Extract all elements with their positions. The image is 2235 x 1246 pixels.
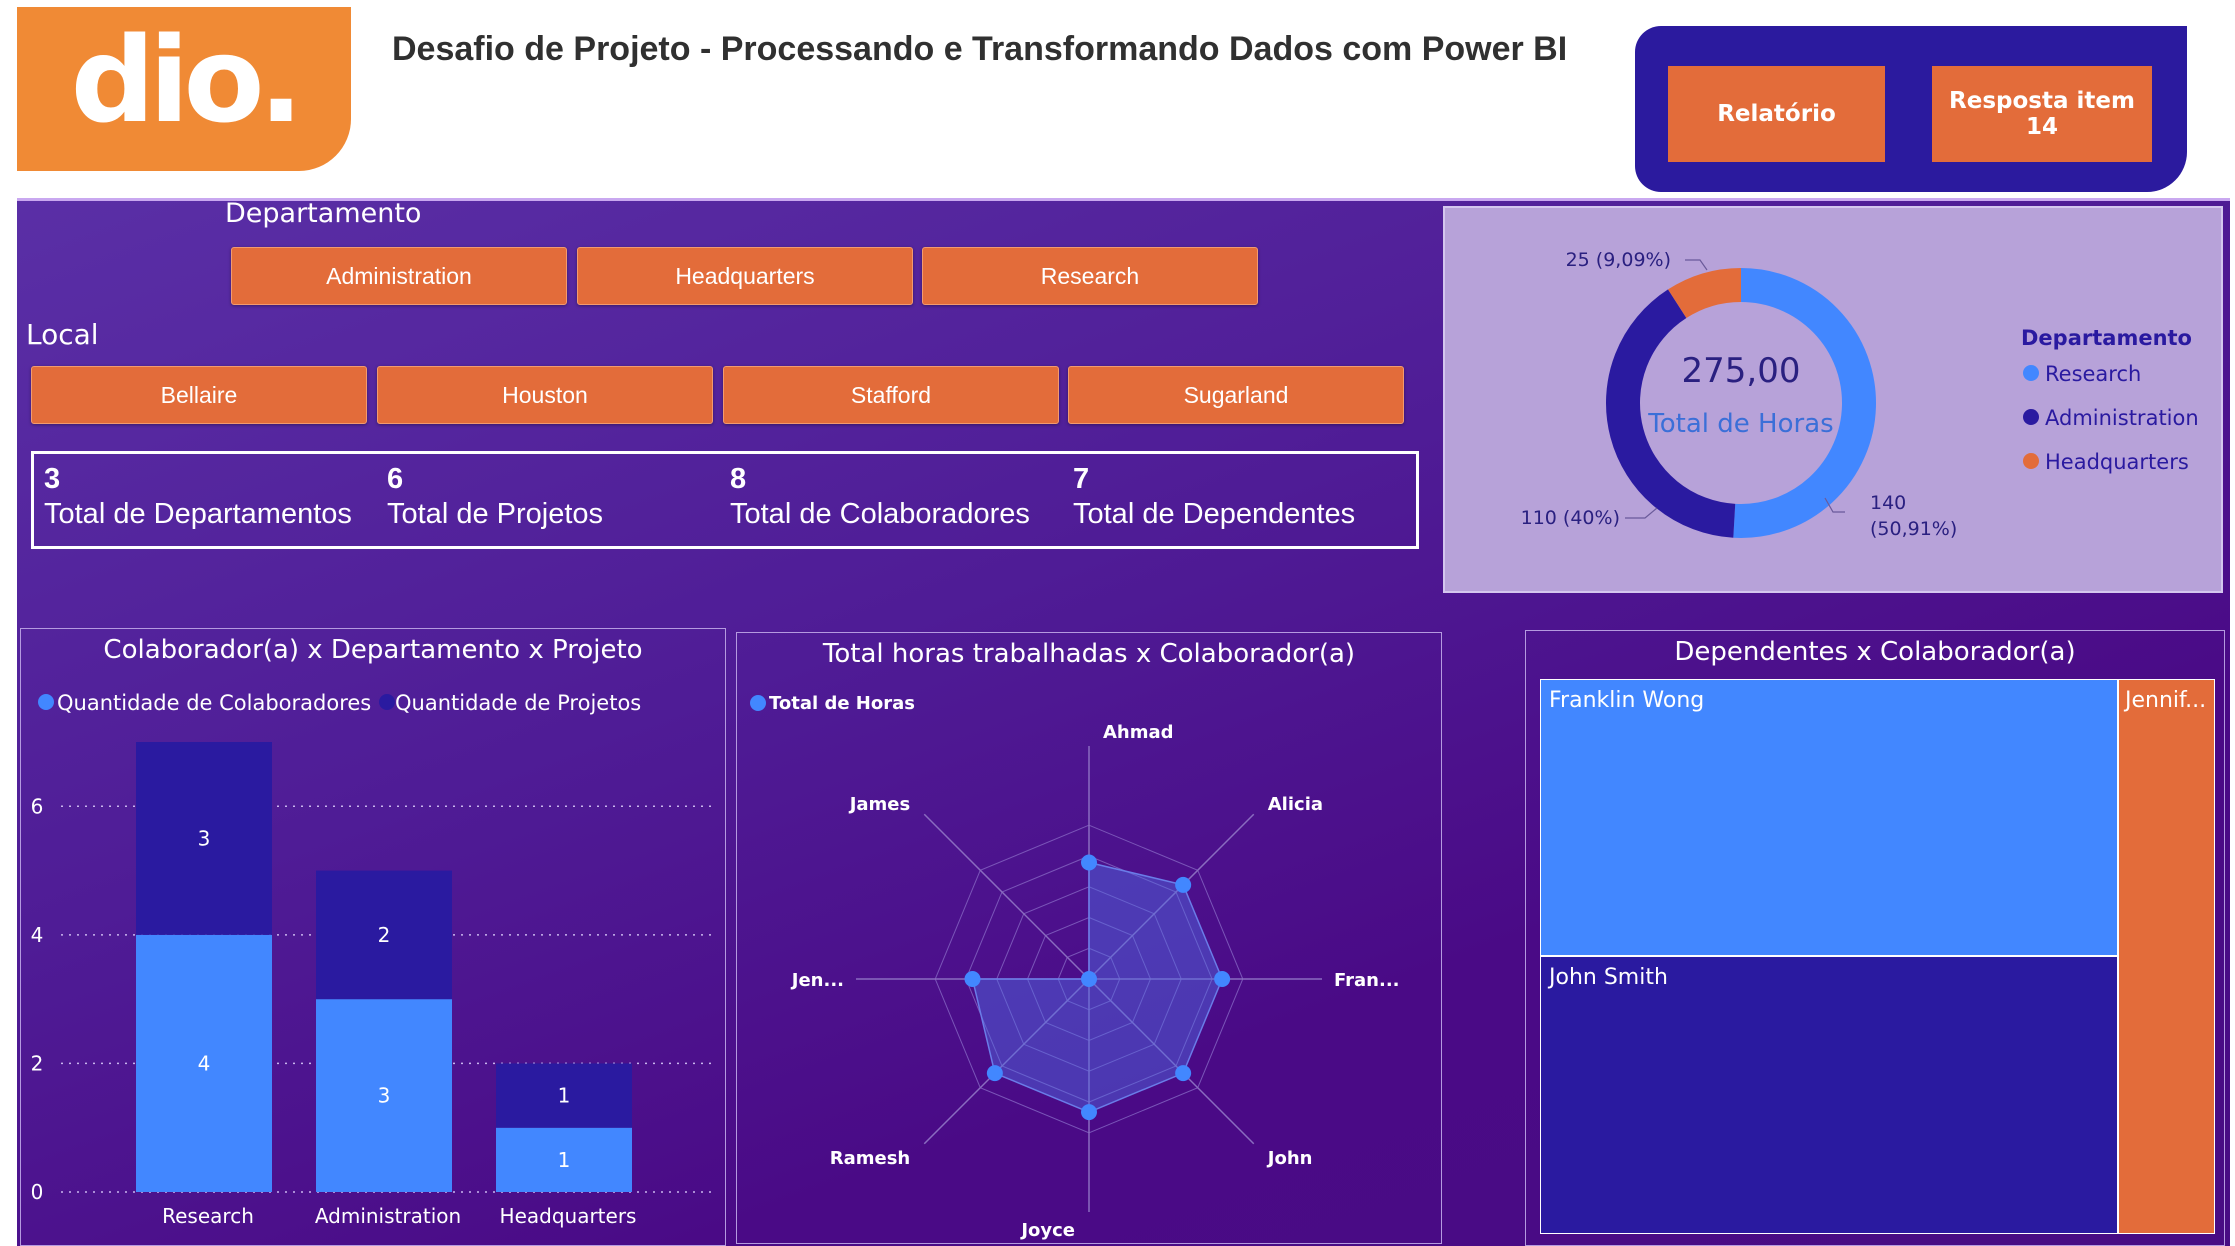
- y-tick-label: 2: [31, 1051, 44, 1075]
- slice-label-administration: 110 (40%): [1521, 507, 1620, 529]
- kpi-label: Total de Colaboradores: [730, 497, 1030, 530]
- radar-point-5[interactable]: [1081, 1104, 1097, 1121]
- kpi-card: 3 Total de Departamentos 6 Total de Proj…: [31, 451, 1419, 549]
- radar-chart: Total de Horas Ahmad Alicia Fran... John Joy…: [750, 693, 1400, 1241]
- slicer-research[interactable]: Research: [922, 247, 1258, 305]
- radar-axis-label: Alicia: [1268, 794, 1323, 815]
- treemap-tile-john-smith[interactable]: John Smith: [1540, 956, 2118, 1234]
- relatorio-button[interactable]: Relatório: [1668, 66, 1885, 162]
- legend-dot-research: [2023, 365, 2039, 381]
- slicer-headquarters[interactable]: Headquarters: [577, 247, 913, 305]
- bar-chart-card: Colaborador(a) x Departamento x Projeto …: [20, 628, 726, 1246]
- kpi-label: Total de Projetos: [387, 497, 604, 530]
- treemap-tile-jennifer[interactable]: Jennif...: [2118, 679, 2215, 1234]
- legend-research: Research: [2045, 362, 2141, 386]
- radar-axis-label: Fran...: [1334, 970, 1400, 991]
- treemap-label: John Smith: [1549, 965, 1668, 990]
- treemap-card: Dependentes x Colaborador(a) Franklin Wo…: [1525, 630, 2225, 1246]
- radar-axis-label: Ahmad: [1103, 722, 1174, 743]
- donut-legend-title: Departamento: [2021, 326, 2192, 350]
- radar-point-2[interactable]: [1175, 876, 1192, 893]
- bar-data-label: 3: [198, 826, 211, 850]
- leader-line-administration: [1625, 507, 1658, 519]
- legend-dot-headquarters: [2023, 453, 2039, 469]
- donut-center-label: Total de Horas: [1647, 409, 1833, 439]
- slicer-sugarland[interactable]: Sugarland: [1068, 366, 1404, 424]
- kpi-label: Total de Dependentes: [1073, 497, 1356, 530]
- kpi-projetos: 6 Total de Projetos: [387, 463, 604, 532]
- radar-chart-card: Total horas trabalhadas x Colaborador(a)…: [736, 632, 1442, 1244]
- treemap-label: Jennif...: [2125, 688, 2207, 713]
- x-tick-label: Headquarters: [500, 1204, 637, 1228]
- donut-slice-headquarters[interactable]: [1668, 268, 1742, 319]
- page-title: Desafio de Projeto - Processando e Trans…: [392, 30, 1568, 68]
- legend-administration: Administration: [2045, 406, 2199, 430]
- radar-point-8[interactable]: [1081, 971, 1097, 987]
- y-tick-label: 6: [31, 794, 44, 818]
- legend-dot-administration: [2023, 409, 2039, 425]
- legend-projetos: Quantidade de Projetos: [395, 691, 641, 715]
- donut-center-value: 275,00: [1682, 351, 1801, 391]
- kpi-value: 7: [1073, 463, 1090, 495]
- kpi-value: 3: [44, 463, 61, 495]
- kpi-colaboradores: 8 Total de Colaboradores: [730, 463, 1030, 532]
- kpi-dependentes: 7 Total de Dependentes: [1073, 463, 1356, 532]
- radar-point-1[interactable]: [1081, 854, 1097, 871]
- radar-point-3[interactable]: [1214, 971, 1231, 987]
- legend-total-horas: Total de Horas: [769, 693, 915, 714]
- bar-data-label: 4: [198, 1051, 211, 1075]
- legend-dot-colaboradores: [38, 694, 54, 710]
- x-tick-label: Research: [162, 1204, 254, 1228]
- slicer-houston[interactable]: Houston: [377, 366, 713, 424]
- logo-text: dio.: [70, 11, 304, 149]
- donut-chart-card: 275,00 Total de Horas 25 (9,09%) 140 (50…: [1443, 206, 2223, 593]
- treemap-title: Dependentes x Colaborador(a): [1674, 637, 2076, 667]
- treemap-tile-franklin-wong[interactable]: Franklin Wong: [1540, 679, 2118, 956]
- kpi-departamentos: 3 Total de Departamentos: [44, 463, 352, 532]
- donut-chart: 275,00 Total de Horas 25 (9,09%) 140 (50…: [1521, 249, 2199, 540]
- slicer-stafford[interactable]: Stafford: [723, 366, 1059, 424]
- leader-line-headquarters: [1685, 259, 1708, 271]
- bar-data-label: 2: [378, 923, 391, 947]
- radar-point-7[interactable]: [964, 971, 981, 987]
- slicer-administration[interactable]: Administration: [231, 247, 567, 305]
- stacked-bar-chart: Quantidade de Colaboradores Quantidade d…: [31, 691, 713, 1228]
- radar-axis-label: James: [848, 794, 911, 815]
- slicer-bellaire[interactable]: Bellaire: [31, 366, 367, 424]
- y-tick-label: 4: [31, 923, 44, 947]
- bar-data-label: 1: [558, 1148, 571, 1172]
- treemap-label: Franklin Wong: [1549, 688, 1705, 713]
- y-tick-label: 0: [31, 1180, 44, 1204]
- radar-axis-label: Jen...: [790, 970, 844, 991]
- departamento-label: Departamento: [225, 198, 422, 229]
- legend-dot-total-horas: [750, 695, 766, 711]
- bar-data-label: 3: [378, 1084, 391, 1108]
- legend-colaboradores: Quantidade de Colaboradores: [57, 691, 371, 715]
- local-label: Local: [26, 318, 99, 351]
- kpi-value: 8: [730, 463, 747, 495]
- radar-point-6[interactable]: [986, 1065, 1003, 1082]
- dio-logo: dio.: [17, 7, 351, 171]
- radar-axis-label: John: [1266, 1148, 1313, 1169]
- nav-panel: Relatório Resposta item 14: [1635, 26, 2187, 192]
- slice-label-research-value: 140: [1870, 492, 1906, 514]
- kpi-label: Total de Departamentos: [44, 497, 352, 530]
- radar-axis-label: Joyce: [1019, 1220, 1075, 1241]
- kpi-value: 6: [387, 463, 404, 495]
- legend-headquarters: Headquarters: [2045, 450, 2189, 474]
- bar-data-label: 1: [558, 1084, 571, 1108]
- radar-point-4[interactable]: [1175, 1065, 1192, 1082]
- x-tick-label: Administration: [315, 1204, 461, 1228]
- donut-slice-research[interactable]: [1733, 268, 1876, 538]
- legend-dot-projetos: [379, 694, 395, 710]
- radar-axis-label: Ramesh: [830, 1148, 911, 1169]
- slice-label-headquarters: 25 (9,09%): [1566, 249, 1671, 271]
- slice-label-research-pct: (50,91%): [1870, 518, 1957, 540]
- resposta-item-14-button[interactable]: Resposta item 14: [1932, 66, 2152, 162]
